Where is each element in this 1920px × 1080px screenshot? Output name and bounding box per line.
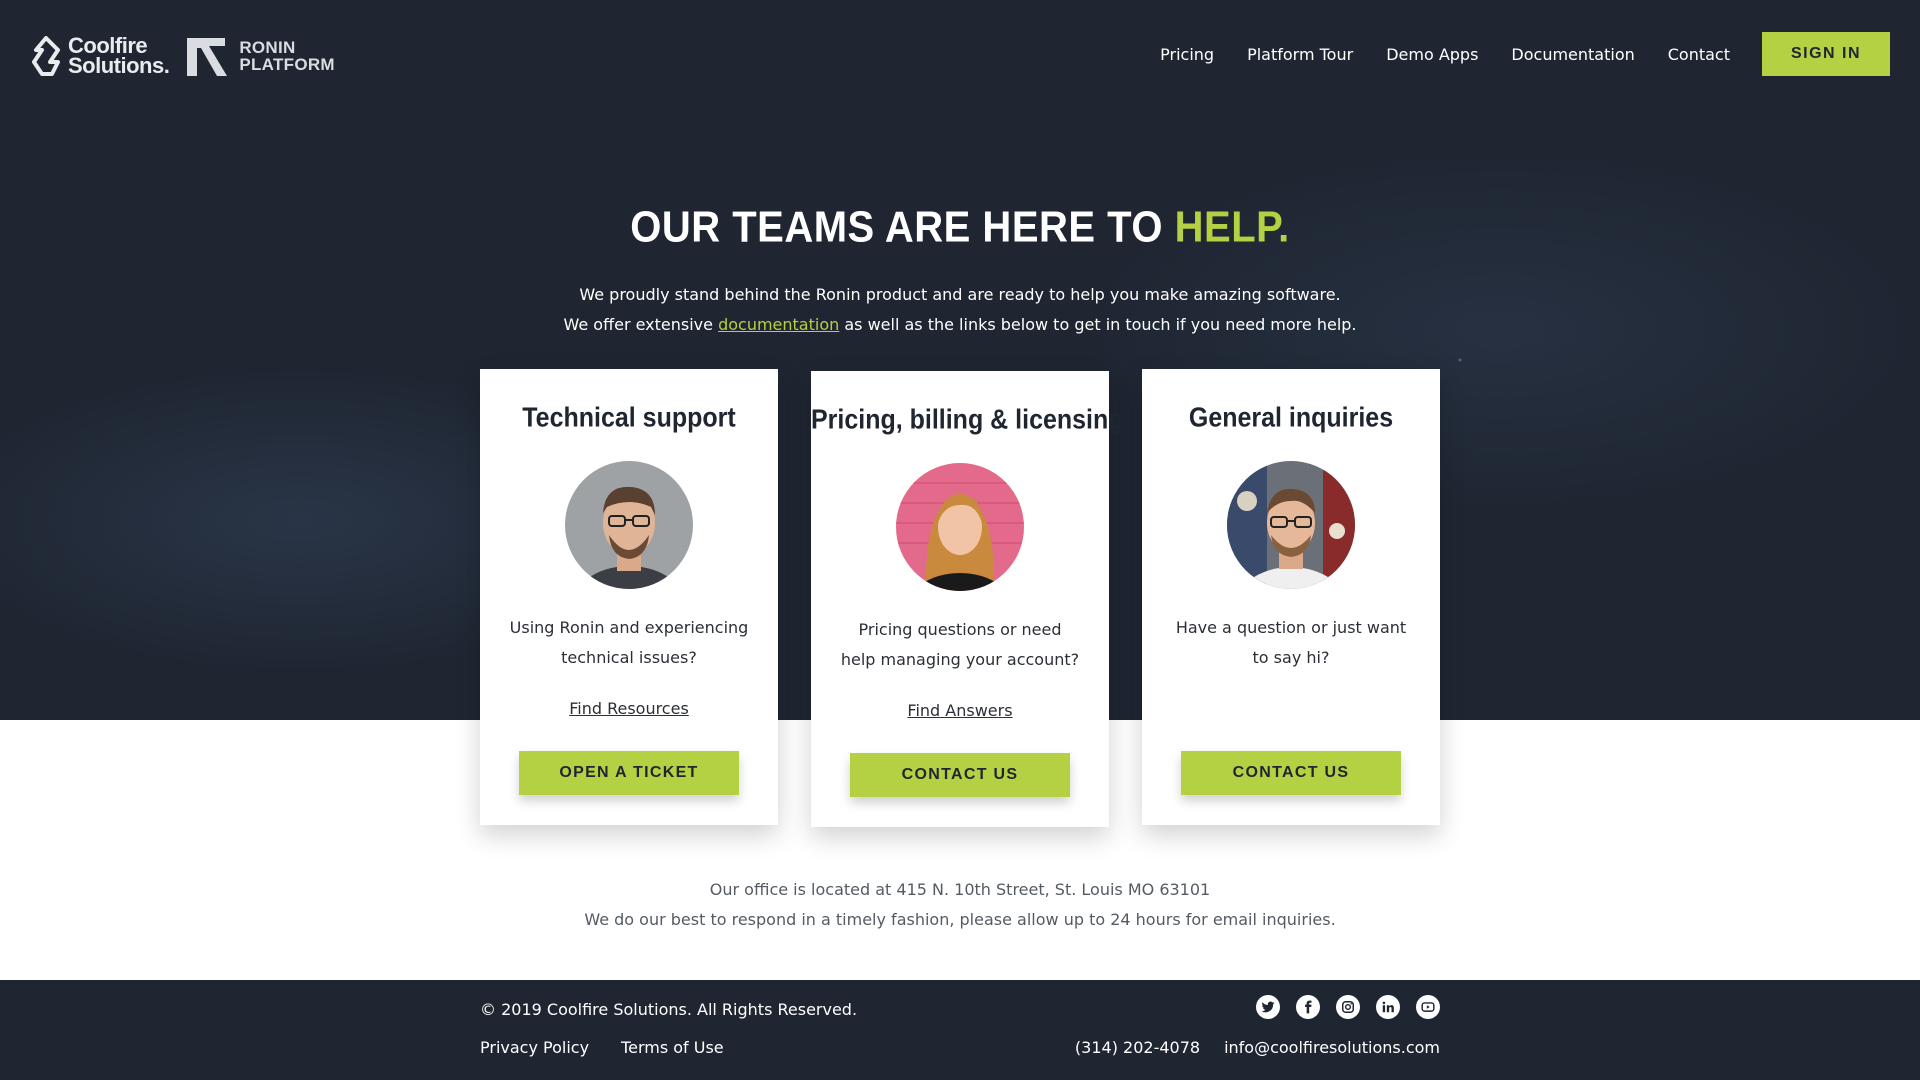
card-pricing-billing: Pricing, billing & licensing Pricing que… — [811, 371, 1124, 827]
card-technical-support: Technical support Using Ronin and experi… — [480, 369, 778, 825]
card-title: Pricing, billing & licensing — [811, 404, 1124, 436]
page-headline: OUR TEAMS ARE HERE TO HELP. — [0, 203, 1920, 253]
youtube-icon[interactable] — [1416, 995, 1440, 1019]
card-title: Technical support — [522, 402, 736, 434]
ronin-mark-icon — [187, 38, 228, 76]
terms-of-use-link[interactable]: Terms of Use — [621, 1038, 724, 1057]
intro-line-1: We proudly stand behind the Ronin produc… — [579, 285, 1341, 304]
twitter-icon[interactable] — [1256, 995, 1280, 1019]
documentation-link[interactable]: documentation — [718, 315, 839, 334]
avatar-technical-support — [565, 461, 693, 589]
ronin-platform-logo[interactable]: RONIN PLATFORM — [185, 34, 335, 78]
intro-line-2: We offer extensive documentation as well… — [563, 315, 1357, 334]
headline-main: OUR TEAMS ARE HERE TO — [630, 202, 1175, 252]
find-answers-link[interactable]: Find Answers — [907, 701, 1012, 720]
card-description: Pricing questions or need help managing … — [840, 620, 1080, 669]
nav-documentation[interactable]: Documentation — [1511, 45, 1634, 64]
header-logos[interactable]: Coolfire Solutions. RONIN PLATFORM — [30, 30, 335, 82]
main-nav: Pricing Platform Tour Demo Apps Document… — [1127, 32, 1890, 76]
email-address[interactable]: info@coolfiresolutions.com — [1224, 1038, 1440, 1057]
sign-in-button[interactable]: SIGN IN — [1762, 32, 1890, 76]
avatar-pricing-billing — [896, 463, 1024, 591]
facebook-icon[interactable] — [1296, 995, 1320, 1019]
card-general-inquiries: General inquiries Have a question or jus… — [1142, 369, 1440, 825]
nav-demo-apps[interactable]: Demo Apps — [1386, 45, 1478, 64]
avatar-general-inquiries — [1227, 461, 1355, 589]
footer-contact: (314) 202-4078 info@coolfiresolutions.co… — [1075, 1038, 1440, 1057]
footer-links: Privacy Policy Terms of Use — [480, 1038, 724, 1057]
nav-contact[interactable]: Contact — [1668, 45, 1730, 64]
copyright-text: © 2019 Coolfire Solutions. All Rights Re… — [480, 1000, 858, 1019]
nav-pricing[interactable]: Pricing — [1160, 45, 1214, 64]
headline-accent: HELP. — [1174, 202, 1290, 252]
support-cards: Technical support Using Ronin and experi… — [480, 369, 1440, 827]
open-ticket-button[interactable]: OPEN A TICKET — [519, 751, 739, 795]
contact-us-button[interactable]: CONTACT US — [850, 753, 1070, 797]
linkedin-icon[interactable] — [1376, 995, 1400, 1019]
coolfire-wordmark: Coolfire Solutions. — [68, 33, 170, 78]
privacy-policy-link[interactable]: Privacy Policy — [480, 1038, 589, 1057]
card-description: Using Ronin and experiencing technical i… — [509, 618, 749, 667]
office-info: Our office is located at 415 N. 10th Str… — [0, 875, 1920, 935]
response-time-note: We do our best to respond in a timely fa… — [584, 910, 1336, 929]
card-description: Have a question or just want to say hi? — [1175, 618, 1407, 667]
instagram-icon[interactable] — [1336, 995, 1360, 1019]
nav-platform-tour[interactable]: Platform Tour — [1247, 45, 1353, 64]
office-address: Our office is located at 415 N. 10th Str… — [709, 880, 1211, 899]
card-title: General inquiries — [1188, 402, 1394, 434]
coolfire-logo[interactable]: Coolfire Solutions. — [30, 33, 170, 78]
intro-text: We proudly stand behind the Ronin produc… — [0, 280, 1920, 340]
social-links — [1256, 995, 1440, 1019]
find-resources-link[interactable]: Find Resources — [569, 699, 689, 718]
contact-us-button[interactable]: CONTACT US — [1181, 751, 1401, 795]
ronin-wordmark: RONIN PLATFORM — [239, 38, 335, 74]
coolfire-flame-icon — [32, 36, 60, 76]
phone-number[interactable]: (314) 202-4078 — [1075, 1038, 1200, 1057]
footer: © 2019 Coolfire Solutions. All Rights Re… — [0, 980, 1920, 1080]
